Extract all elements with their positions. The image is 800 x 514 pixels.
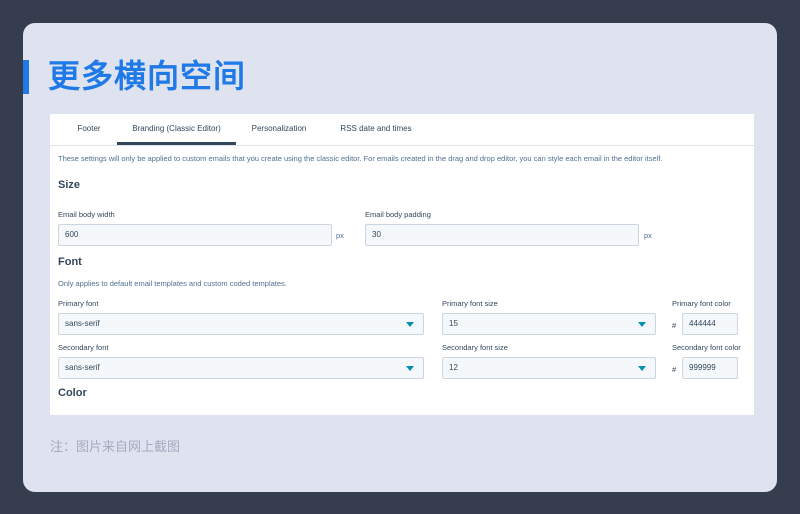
section-title-color: Color [58, 387, 87, 399]
settings-description: These settings will only be applied to c… [58, 154, 663, 163]
section-title-size: Size [58, 179, 81, 191]
section-title-font: Font [58, 256, 82, 268]
secondary-font-size-label: Secondary font size [442, 343, 508, 352]
slide-card: 更多横向空间 Footer Branding (Classic Editor) … [23, 23, 777, 492]
settings-panel: Footer Branding (Classic Editor) Persona… [50, 114, 754, 415]
secondary-font-label: Secondary font [58, 343, 109, 352]
hash-prefix: # [672, 321, 677, 330]
primary-font-color-input[interactable]: 444444 [682, 313, 738, 335]
secondary-font-select[interactable]: sans-serif [58, 357, 424, 379]
tab-footer[interactable]: Footer [64, 114, 114, 145]
font-note: Only applies to default email templates … [58, 279, 287, 288]
chevron-down-icon [638, 322, 646, 327]
secondary-font-value: sans-serif [65, 363, 100, 372]
hash-prefix: # [672, 365, 677, 374]
tab-bar: Footer Branding (Classic Editor) Persona… [50, 114, 754, 146]
primary-font-value: sans-serif [65, 319, 100, 328]
tab-rss-date-times[interactable]: RSS date and times [328, 114, 424, 145]
secondary-font-size-select[interactable]: 12 [442, 357, 656, 379]
title-accent-bar [23, 60, 29, 94]
primary-font-select[interactable]: sans-serif [58, 313, 424, 335]
padding-unit: px [644, 231, 652, 240]
secondary-font-color-input[interactable]: 999999 [682, 357, 738, 379]
footnote: 注：图片来自网上截图 [50, 440, 181, 455]
slide-title: 更多横向空间 [48, 57, 247, 95]
email-body-padding-label: Email body padding [365, 210, 431, 219]
primary-font-color-label: Primary font color [672, 299, 731, 308]
chevron-down-icon [638, 366, 646, 371]
primary-font-size-select[interactable]: 15 [442, 313, 656, 335]
tab-branding[interactable]: Branding (Classic Editor) [117, 114, 236, 145]
primary-font-label: Primary font [58, 299, 99, 308]
email-body-width-input[interactable]: 600 [58, 224, 332, 246]
primary-font-size-value: 15 [449, 319, 458, 328]
chevron-down-icon [406, 366, 414, 371]
secondary-font-color-label: Secondary font color [672, 343, 741, 352]
width-unit: px [336, 231, 344, 240]
secondary-font-size-value: 12 [449, 363, 458, 372]
tab-personalization[interactable]: Personalization [242, 114, 316, 145]
chevron-down-icon [406, 322, 414, 327]
email-body-padding-input[interactable]: 30 [365, 224, 639, 246]
email-body-width-label: Email body width [58, 210, 115, 219]
primary-font-size-label: Primary font size [442, 299, 498, 308]
